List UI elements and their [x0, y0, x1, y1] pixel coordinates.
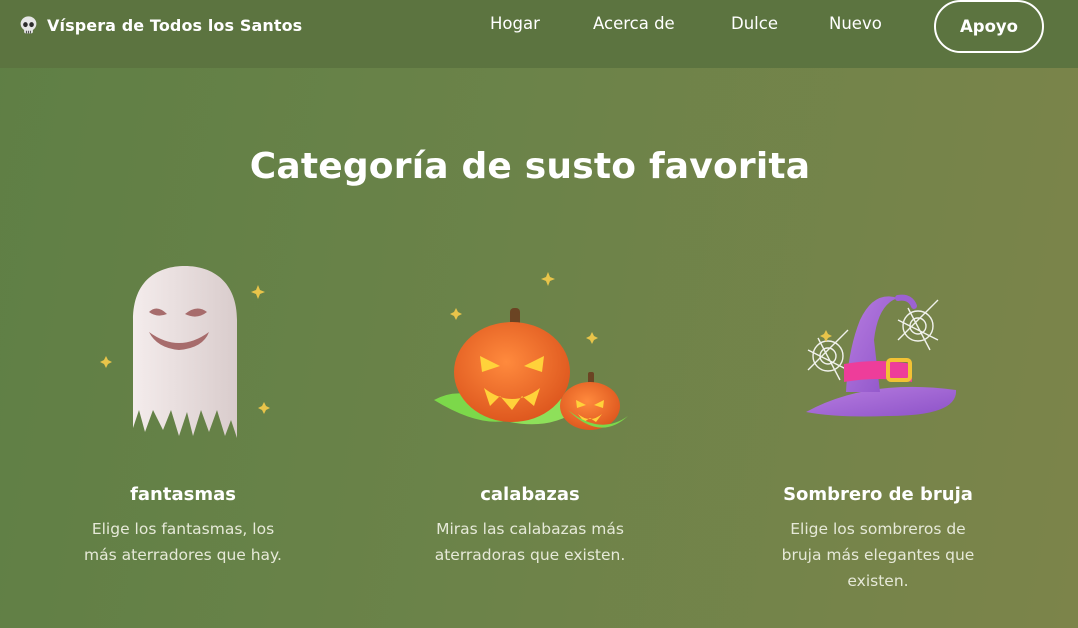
nav-link-home[interactable]: Hogar	[490, 14, 540, 33]
category-description: Elige los fantasmas, los más aterradores…	[84, 520, 282, 564]
ghost-icon	[100, 266, 270, 438]
category-title: fantasmas	[130, 484, 236, 505]
nav-link-candy[interactable]: Dulce	[731, 14, 778, 33]
category-card-witch-hat[interactable]: Sombrero de bruja Elige los sombreros de…	[748, 260, 1008, 590]
pumpkin-icon	[434, 272, 628, 430]
category-card-ghosts[interactable]: fantasmas Elige los fantasmas, los más a…	[53, 260, 313, 564]
top-navigation-bar: Víspera de Todos los Santos Hogar Acerca…	[0, 0, 1078, 68]
support-button[interactable]: Apoyo	[934, 0, 1044, 53]
category-description: Elige los sombreros de bruja más elegant…	[781, 520, 975, 590]
category-description: Miras las calabazas más aterradoras que …	[434, 520, 626, 564]
category-title: calabazas	[480, 484, 580, 505]
witch-hat-icon	[806, 294, 957, 417]
category-card-pumpkins[interactable]: calabazas Miras las calabazas más aterra…	[400, 260, 660, 564]
category-title: Sombrero de bruja	[783, 484, 973, 505]
section-title: Categoría de susto favorita	[249, 146, 811, 187]
main-nav: Hogar Acerca de Dulce Nuevo Apoyo	[0, 0, 1078, 53]
nav-link-new[interactable]: Nuevo	[829, 14, 882, 33]
nav-link-about[interactable]: Acerca de	[593, 14, 675, 33]
